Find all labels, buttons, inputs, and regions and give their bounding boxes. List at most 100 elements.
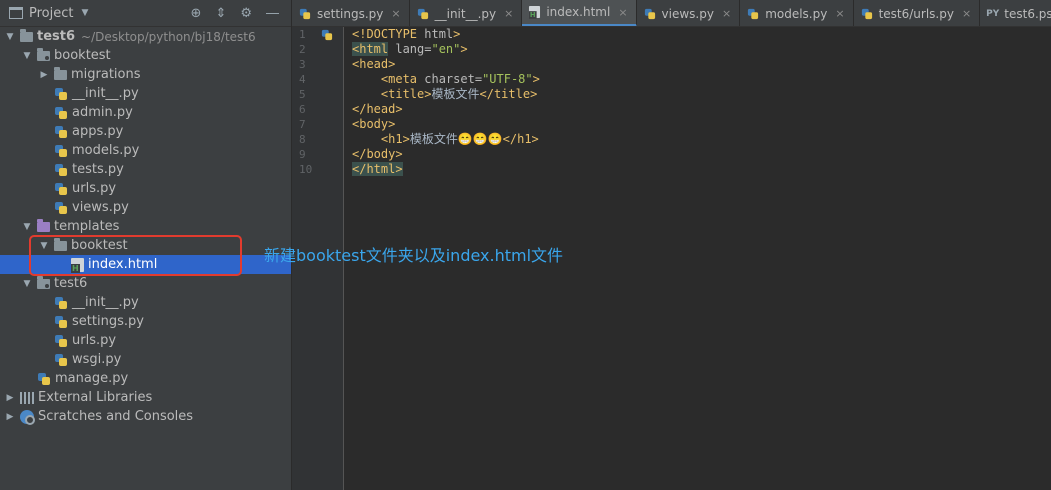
expanded-arrow-icon[interactable]: ▼ [4, 32, 16, 42]
tree-item[interactable]: · manage.py [0, 369, 291, 388]
tree-item[interactable]: ▼ test6 ~/Desktop/python/bj18/test6 [0, 27, 291, 46]
project-view-selector[interactable]: Project [29, 6, 73, 21]
collapsed-arrow-icon[interactable]: ▶ [4, 393, 16, 403]
collapse-all-icon[interactable]: ⇕ [215, 6, 226, 21]
tree-item-label: urls.py [72, 333, 117, 348]
close-icon[interactable]: × [962, 7, 971, 20]
python-file-icon [54, 201, 68, 215]
tree-item[interactable]: · __init__.py [0, 293, 291, 312]
close-icon[interactable]: × [722, 7, 731, 20]
tree-item[interactable]: · wsgi.py [0, 350, 291, 369]
close-icon[interactable]: × [835, 7, 844, 20]
editor-tab[interactable]: PYtest6.pstat× [980, 0, 1051, 26]
tree-item[interactable]: · __init__.py [0, 84, 291, 103]
tree-item[interactable]: ▶ migrations [0, 65, 291, 84]
code-token: 模板文件😁😁😁 [409, 132, 503, 146]
line-number: 9 [299, 148, 306, 161]
tree-item-label: wsgi.py [72, 352, 122, 367]
tree-item[interactable]: ▶ External Libraries [0, 388, 291, 407]
python-file-icon [299, 8, 311, 20]
spacer: · [38, 108, 50, 118]
code-token: <head> [352, 57, 396, 71]
editor-tab[interactable]: models.py × [740, 0, 854, 26]
code-token: </title> [479, 87, 538, 101]
tree-item-label: test6 [54, 276, 88, 291]
editor-tab[interactable]: settings.py × [292, 0, 410, 26]
scratches-icon [20, 409, 35, 425]
tab-label: settings.py [317, 6, 384, 21]
code-token: <html [352, 42, 389, 56]
code-content[interactable]: <!DOCTYPE html> <html lang="en"> <head> <m… [352, 27, 540, 177]
code-token: "UTF-8" [482, 72, 533, 86]
tree-item[interactable]: · models.py [0, 141, 291, 160]
project-icon [9, 7, 23, 19]
tree-item[interactable]: ▼ templates [0, 217, 291, 236]
tree-item-label: templates [54, 219, 120, 234]
line-number: 4 [299, 73, 306, 86]
editor-tab[interactable]: test6/urls.py × [854, 0, 981, 26]
python-file-icon [417, 8, 429, 20]
collapsed-arrow-icon[interactable]: ▶ [4, 412, 16, 422]
hide-panel-icon[interactable]: ― [266, 6, 279, 21]
code-line: <html lang="en"> [352, 42, 540, 57]
project-tree: ▼ test6 ~/Desktop/python/bj18/test6 ▼ bookte… [0, 27, 291, 426]
tree-item[interactable]: · apps.py [0, 122, 291, 141]
spacer: · [38, 336, 50, 346]
expanded-arrow-icon[interactable]: ▼ [21, 51, 33, 61]
libraries-icon [20, 391, 34, 404]
editor-tab[interactable]: __init__.py × [410, 0, 523, 26]
module-folder-icon [37, 276, 50, 289]
tree-item[interactable]: · admin.py [0, 103, 291, 122]
annotation-text: 新建booktest文件夹以及index.html文件 [264, 246, 564, 265]
tree-item-label: apps.py [72, 124, 124, 139]
pstat-file-icon: PY [986, 8, 1000, 19]
python-file-icon [54, 296, 68, 310]
line-number: 7 [299, 118, 306, 131]
tree-item[interactable]: · settings.py [0, 312, 291, 331]
tree-item[interactable]: · tests.py [0, 160, 291, 179]
tree-item-label: __init__.py [72, 86, 139, 101]
close-icon[interactable]: × [391, 7, 400, 20]
tree-item[interactable]: ▼ booktest [0, 46, 291, 65]
tree-item[interactable]: · urls.py [0, 331, 291, 350]
code-line: <head> [352, 57, 540, 72]
gear-icon[interactable]: ⚙ [240, 6, 252, 21]
code-token: </body> [352, 147, 403, 161]
code-line: <title>模板文件</title> [352, 87, 540, 102]
editor-tab[interactable]: views.py × [637, 0, 741, 26]
python-file-icon [37, 372, 51, 386]
python-file-icon [54, 315, 68, 329]
python-file-icon [747, 8, 759, 20]
tab-label: models.py [765, 6, 828, 21]
templates-folder-icon [37, 219, 50, 232]
code-line: <h1>模板文件😁😁😁</h1> [352, 132, 540, 147]
line-number: 10 [299, 163, 313, 176]
tree-item-label: __init__.py [72, 295, 139, 310]
expanded-arrow-icon[interactable]: ▼ [21, 222, 33, 232]
close-icon[interactable]: × [618, 6, 627, 19]
tree-item[interactable]: · views.py [0, 198, 291, 217]
code-token: <meta [380, 72, 418, 86]
python-file-icon [54, 125, 68, 139]
tab-label: __init__.py [434, 6, 497, 21]
collapsed-arrow-icon[interactable]: ▶ [38, 70, 50, 80]
code-token: <body> [352, 117, 396, 131]
python-file-icon [54, 144, 68, 158]
tree-item-label: manage.py [55, 371, 129, 386]
tree-item[interactable]: ▼ test6 [0, 274, 291, 293]
expanded-arrow-icon[interactable]: ▼ [21, 279, 33, 289]
html-file-icon [529, 6, 541, 19]
locate-file-icon[interactable]: ⊕ [191, 6, 202, 21]
python-file-icon [54, 182, 68, 196]
tree-item[interactable]: · urls.py [0, 179, 291, 198]
python-file-icon [54, 106, 68, 120]
tree-item-label: urls.py [72, 181, 117, 196]
spacer: · [38, 146, 50, 156]
tree-item[interactable]: ▶ Scratches and Consoles [0, 407, 291, 426]
close-icon[interactable]: × [504, 7, 513, 20]
chevron-down-icon[interactable]: ▼ [81, 8, 88, 18]
tree-item-label: admin.py [72, 105, 133, 120]
editor-tab[interactable]: index.html × [522, 0, 637, 26]
